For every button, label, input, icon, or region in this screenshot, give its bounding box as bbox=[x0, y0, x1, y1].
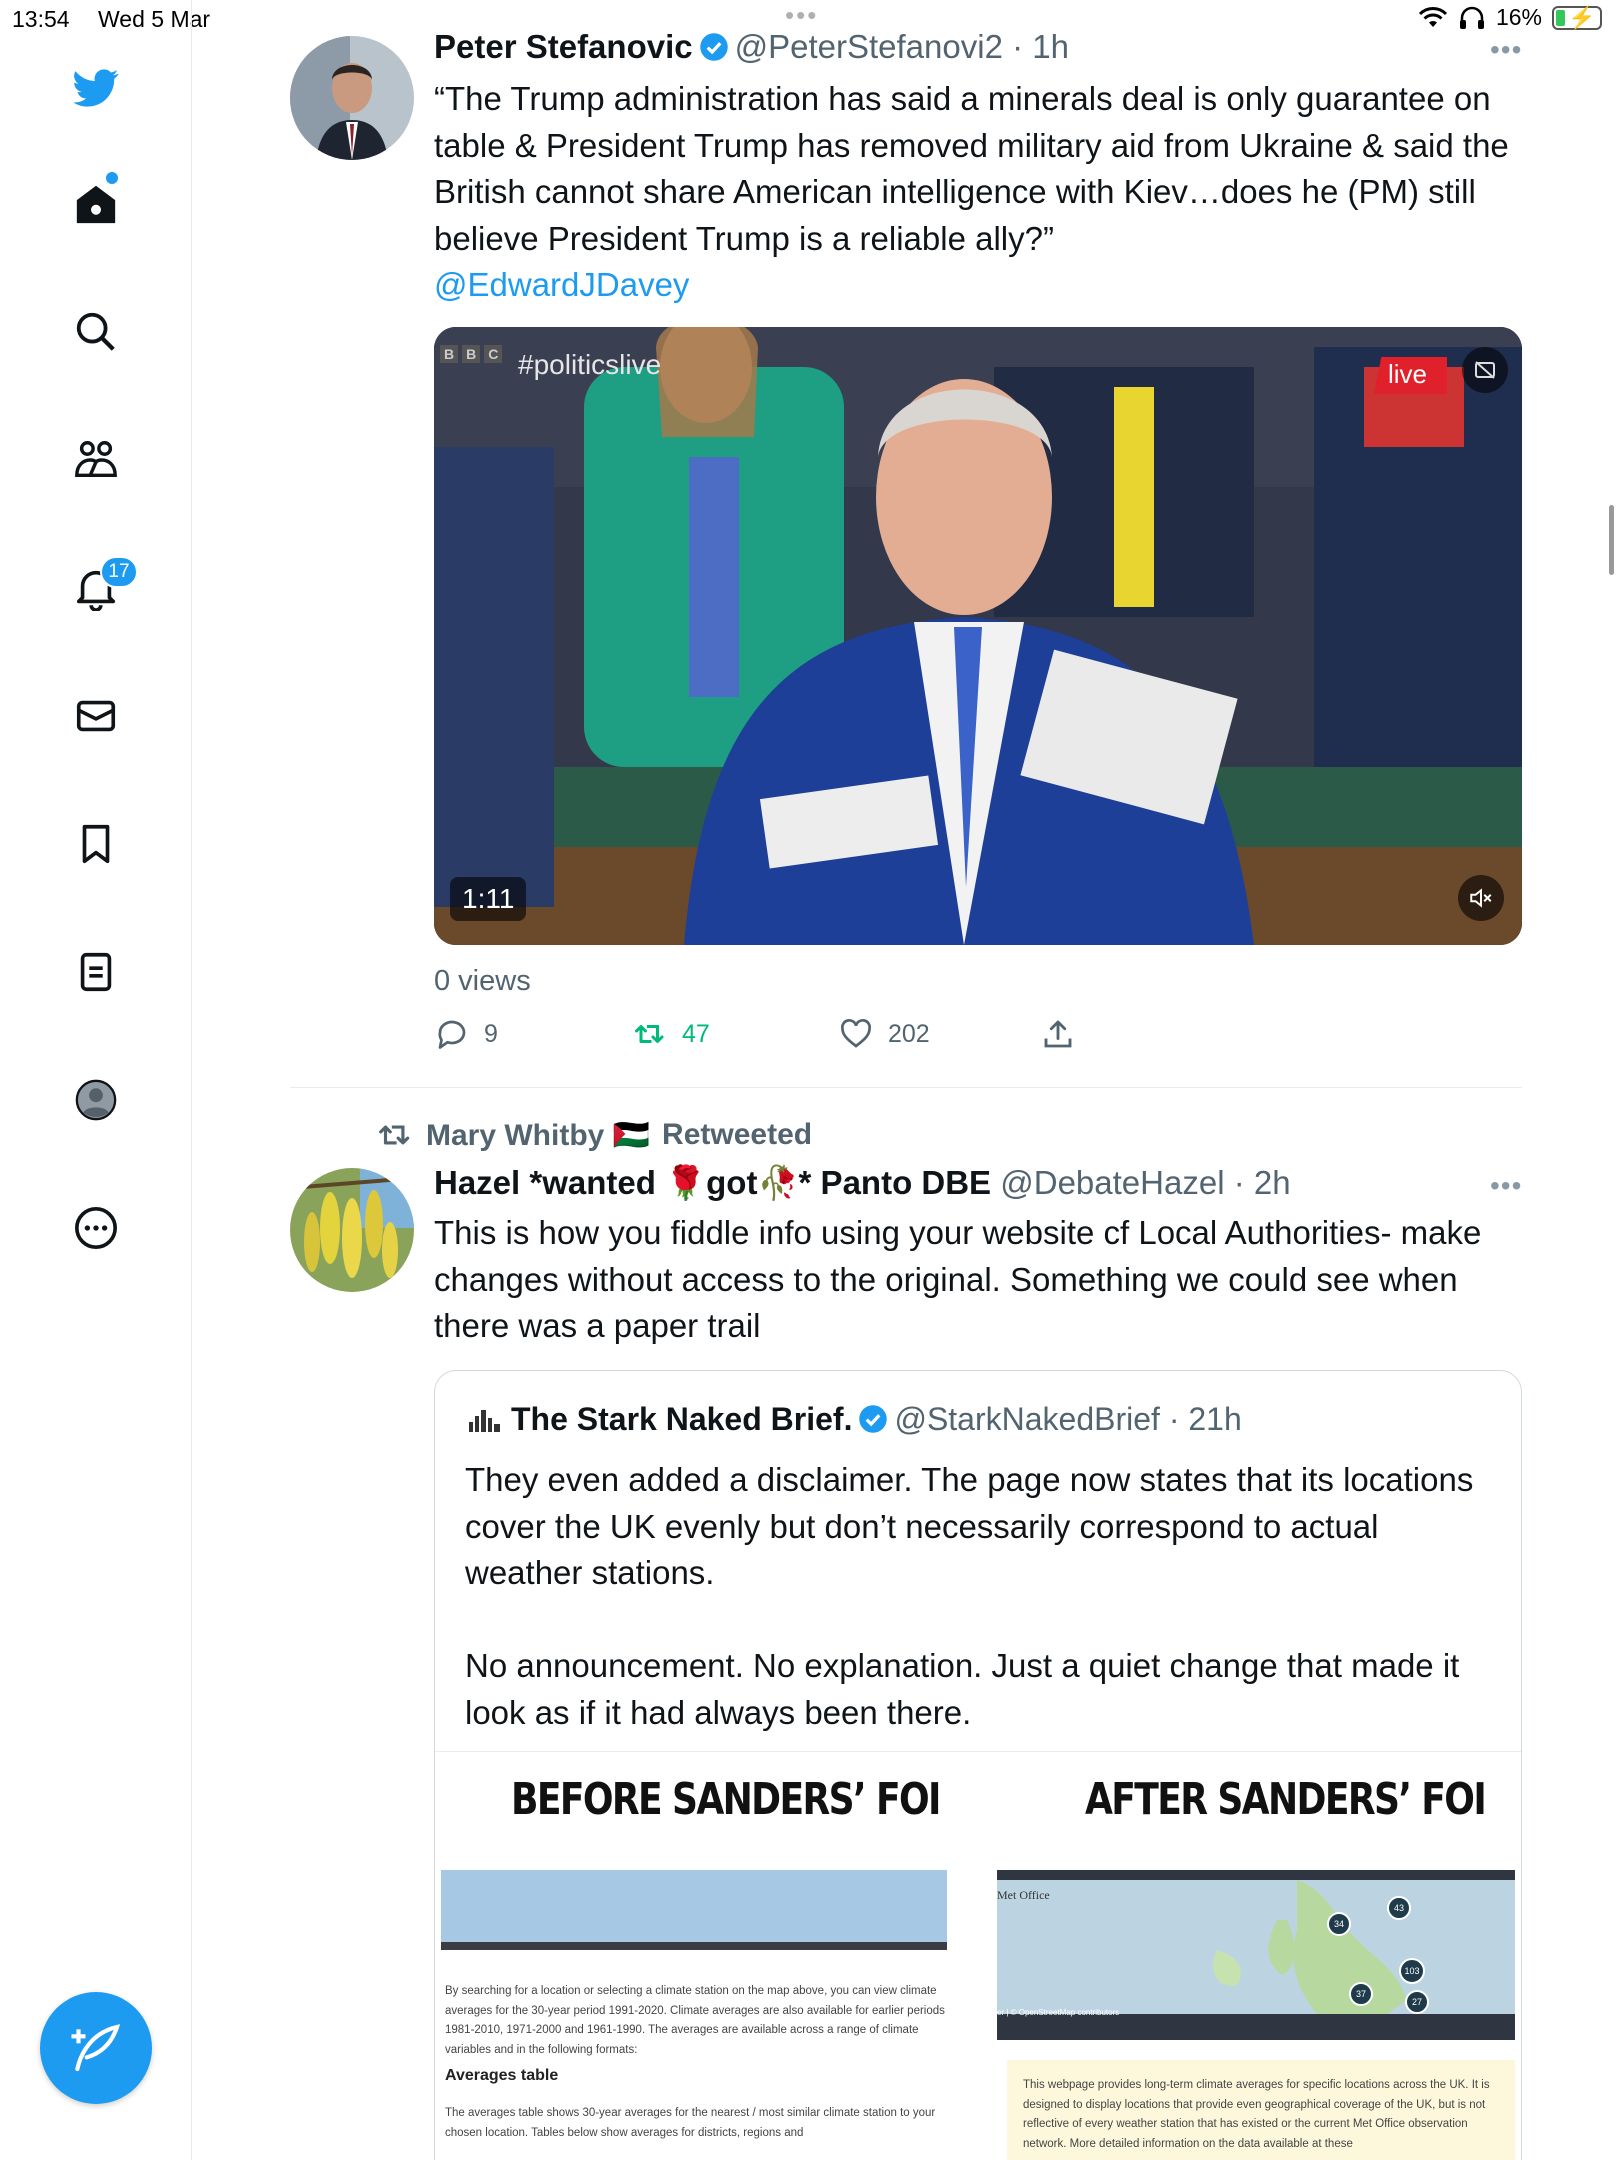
tweet-video[interactable]: B B C #politicslive live 1:11 bbox=[434, 327, 1522, 945]
wifi-icon bbox=[1418, 6, 1448, 27]
map-label: Met Office bbox=[997, 1888, 1050, 1902]
quote-image[interactable]: BEFORE SANDERS’ FOI AFTER SANDERS’ FOI B… bbox=[435, 1751, 1521, 2160]
home-icon[interactable] bbox=[66, 174, 126, 234]
quote-author-name: The Stark Naked Brief. bbox=[511, 1401, 853, 1437]
quote-author-avatar[interactable] bbox=[467, 1404, 503, 1434]
video-frame bbox=[434, 327, 1522, 945]
reply-button[interactable]: 9 bbox=[434, 1016, 498, 1052]
headphones-icon bbox=[1459, 6, 1484, 29]
before-map-banner bbox=[441, 1870, 947, 1950]
profile-icon[interactable] bbox=[66, 1070, 126, 1130]
notification-count-badge: 17 bbox=[100, 556, 138, 588]
sidebar: 17 bbox=[0, 0, 192, 2160]
tweet2-text: This is how you fiddle info using your w… bbox=[434, 1214, 1482, 1344]
compose-tweet-button[interactable] bbox=[40, 1992, 152, 2104]
live-badge: live bbox=[1374, 357, 1448, 394]
retweeter-name[interactable]: Mary Whitby 🇵🇸 bbox=[426, 1118, 650, 1153]
share-button[interactable] bbox=[1040, 1016, 1076, 1052]
bbc-logo: B B C bbox=[440, 345, 503, 363]
tweet-more-icon[interactable]: ••• bbox=[1490, 1170, 1522, 1202]
retweet-icon bbox=[635, 1025, 664, 1043]
search-icon[interactable] bbox=[66, 302, 126, 362]
retweet-count: 47 bbox=[682, 1019, 710, 1048]
video-hashtag-overlay: #politicslive bbox=[518, 349, 662, 380]
like-count: 202 bbox=[888, 1019, 930, 1048]
quote-author-handle: @StarkNakedBrief · 21h bbox=[894, 1401, 1242, 1437]
reply-count: 9 bbox=[484, 1019, 498, 1048]
share-icon bbox=[1044, 1020, 1072, 1048]
map-marker[interactable]: 43 bbox=[1387, 1896, 1411, 1920]
author-handle[interactable]: @PeterStefanovi2 · 1h bbox=[735, 28, 1069, 65]
after-title: AFTER SANDERS’ FOI bbox=[1085, 1774, 1487, 1825]
before-doc-text: By searching for a location or selecting… bbox=[445, 1985, 945, 2056]
map-marker[interactable]: 37 bbox=[1349, 1982, 1373, 2006]
quoted-tweet[interactable]: The Stark Naked Brief. @StarkNakedBrief ·… bbox=[434, 1370, 1522, 2160]
retweet-banner: Mary Whitby 🇵🇸 Retweeted bbox=[376, 1116, 812, 1154]
before-doc-heading: Averages table bbox=[445, 2067, 559, 2084]
bookmark-icon[interactable] bbox=[66, 814, 126, 874]
mute-icon[interactable] bbox=[1458, 875, 1504, 921]
heart-icon bbox=[841, 1019, 871, 1048]
after-map: Met Office er | © OpenStreetMap contribu… bbox=[997, 1870, 1515, 2040]
tweet1-text: “The Trump administration has said a min… bbox=[434, 76, 1514, 309]
map-marker[interactable]: 27 bbox=[1405, 1990, 1429, 2014]
map-marker[interactable]: 34 bbox=[1327, 1912, 1351, 1936]
author-avatar[interactable] bbox=[290, 1168, 414, 1292]
tweet-more-icon[interactable]: ••• bbox=[1490, 34, 1522, 66]
author-avatar[interactable] bbox=[290, 36, 414, 160]
view-count: 0 views bbox=[434, 965, 531, 997]
quote-text: They even added a disclaimer. The page n… bbox=[465, 1461, 1474, 1731]
mail-icon[interactable] bbox=[66, 686, 126, 746]
battery-percent: 16% bbox=[1495, 4, 1542, 30]
tweet1-header: Peter Stefanovic @PeterStefanovi2 · 1h bbox=[434, 28, 1069, 66]
more-icon[interactable] bbox=[66, 1198, 126, 1258]
map-marker[interactable]: 103 bbox=[1399, 1958, 1425, 1984]
quote-header: The Stark Naked Brief. @StarkNakedBrief ·… bbox=[467, 1401, 1242, 1438]
verified-badge-icon bbox=[699, 33, 728, 61]
reply-icon bbox=[438, 1020, 466, 1049]
mention-link[interactable]: @EdwardJDavey bbox=[434, 266, 689, 303]
like-button[interactable]: 202 bbox=[838, 1016, 930, 1052]
captions-icon[interactable] bbox=[1462, 347, 1508, 393]
after-doc-text: This webpage provides long-term climate … bbox=[1023, 2079, 1490, 2150]
retweet-button[interactable]: 47 bbox=[632, 1016, 710, 1052]
tweet2-header: Hazel *wanted 🌹got🥀* Panto DBE @DebateHa… bbox=[434, 1164, 1291, 1203]
after-disclaimer-box: This webpage provides long-term climate … bbox=[1007, 2060, 1515, 2160]
battery-icon: ⚡ bbox=[1552, 5, 1602, 30]
twitter-bird-icon[interactable] bbox=[66, 58, 126, 118]
tweet-body: “The Trump administration has said a min… bbox=[434, 80, 1509, 257]
author-name[interactable]: Hazel *wanted 🌹got🥀* Panto DBE bbox=[434, 1164, 991, 1201]
scrollbar[interactable] bbox=[1609, 505, 1614, 575]
communities-icon[interactable] bbox=[66, 430, 126, 490]
author-handle[interactable]: @DebateHazel · 2h bbox=[1000, 1164, 1290, 1201]
video-duration: 1:11 bbox=[450, 877, 527, 921]
retweet-icon bbox=[379, 1125, 410, 1145]
compose-icon bbox=[71, 2024, 121, 2072]
multitasking-dots-icon[interactable]: ••• bbox=[785, 0, 818, 31]
retweeted-label: Retweeted bbox=[662, 1118, 813, 1151]
home-notification-dot bbox=[106, 172, 118, 184]
status-indicators: 16% ⚡ bbox=[1418, 4, 1602, 31]
before-doc-text-2: The averages table shows 30-year average… bbox=[445, 2107, 936, 2139]
lists-icon[interactable] bbox=[66, 942, 126, 1002]
verified-badge-icon bbox=[859, 1405, 888, 1433]
map-credit: er | © OpenStreetMap contributors bbox=[997, 2008, 1120, 2017]
before-title: BEFORE SANDERS’ FOI bbox=[511, 1774, 941, 1825]
tweet-divider bbox=[290, 1087, 1522, 1088]
author-name[interactable]: Peter Stefanovic bbox=[434, 28, 693, 65]
